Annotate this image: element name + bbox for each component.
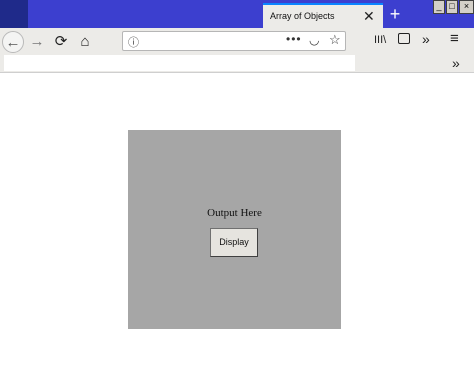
pocket-icon[interactable]: ◡ [309, 33, 319, 47]
tab-array-of-objects[interactable]: Array of Objects ✕ [263, 3, 383, 28]
navigation-toolbar: ← → ⟳ ⌂ ⓘ ••• ◡ ☆ III\ » ≡ [0, 28, 474, 55]
page-actions-icon[interactable]: ••• [286, 32, 302, 46]
back-button[interactable]: ← [2, 31, 24, 53]
toolbar-overflow-icon[interactable]: » [422, 31, 430, 47]
site-info-icon[interactable]: ⓘ [128, 34, 139, 50]
address-bar[interactable]: ⓘ ••• ◡ ☆ [122, 31, 346, 51]
library-icon[interactable]: III\ [374, 34, 386, 46]
close-window-button[interactable]: × [459, 0, 474, 14]
maximize-button[interactable]: □ [446, 0, 458, 14]
hamburger-menu-icon[interactable]: ≡ [450, 30, 459, 47]
bookmarks-toolbar: » [0, 55, 474, 73]
bookmarks-overflow-icon[interactable]: » [452, 55, 460, 71]
display-button[interactable]: Display [210, 228, 258, 257]
reload-button[interactable]: ⟳ [50, 31, 72, 53]
tab-close-icon[interactable]: ✕ [363, 7, 375, 25]
sidebar-icon[interactable] [398, 33, 410, 44]
minimize-button[interactable]: _ [433, 0, 445, 14]
bookmarks-area [4, 55, 355, 71]
tab-title: Array of Objects [270, 11, 335, 21]
bookmark-star-icon[interactable]: ☆ [329, 32, 341, 48]
tab-strip-edge [0, 0, 28, 28]
home-button[interactable]: ⌂ [74, 31, 96, 53]
content-box: Output Here Display [128, 130, 341, 329]
forward-button[interactable]: → [26, 31, 48, 53]
tab-strip: Array of Objects ✕ + _ □ × [0, 0, 474, 28]
output-text: Output Here [207, 207, 262, 219]
new-tab-button[interactable]: + [386, 2, 404, 26]
